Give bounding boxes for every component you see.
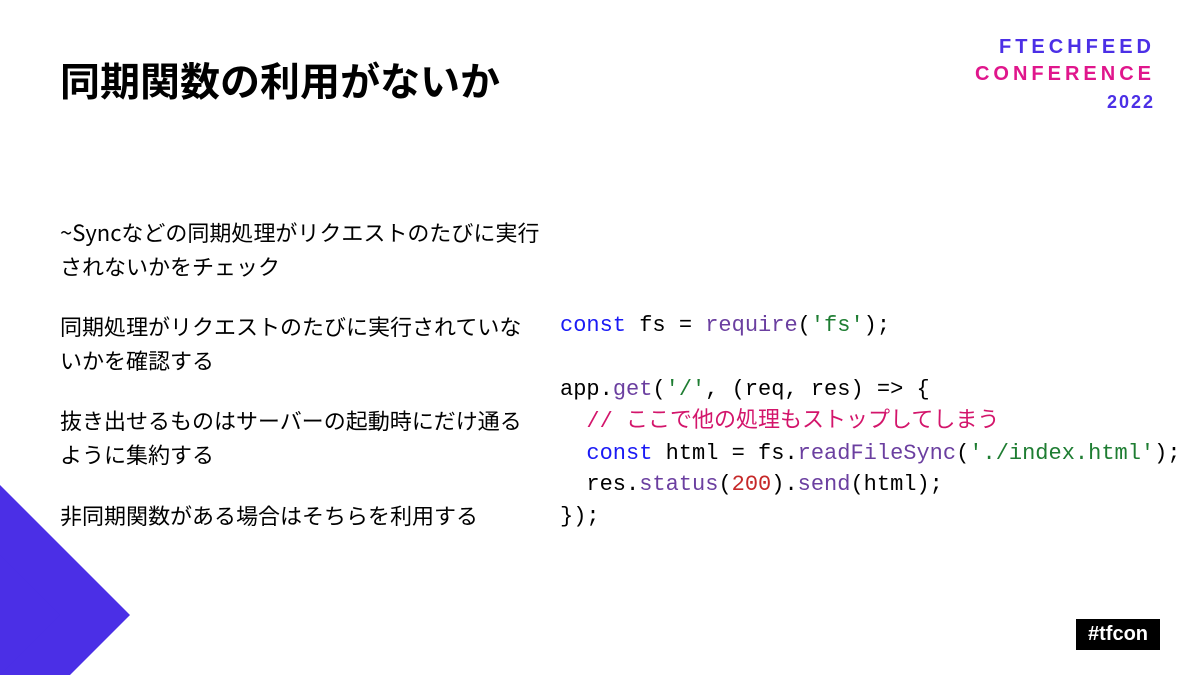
code-app: app. (560, 377, 613, 402)
code-fn-readfilesync: readFileSync (798, 441, 956, 466)
code-paren5: ( (718, 472, 731, 497)
code-str-index: './index.html' (969, 441, 1154, 466)
chevron-decoration-icon (0, 465, 180, 675)
code-str-root: '/' (666, 377, 706, 402)
code-res: res. (586, 472, 639, 497)
code-fn-status: status (639, 472, 718, 497)
paragraph-1: ~Syncなどの同期処理がリクエストのたびに実行されないかをチェック (60, 215, 540, 283)
code-fn-require: require (705, 313, 797, 338)
code-var-html: html = fs. (652, 441, 797, 466)
code-comment: // ここで他の処理もストップしてしまう (560, 409, 999, 434)
code-rest2: , (req, res) => { (705, 377, 929, 402)
code-fn-send: send (798, 472, 851, 497)
code-str-fs: 'fs' (811, 313, 864, 338)
code-var-fs: fs = (626, 313, 705, 338)
slide: 同期関数の利用がないか FTECHFEED CONFERENCE 2022 ~S… (0, 0, 1200, 675)
code-indent4 (560, 441, 586, 466)
code-paren: ( (798, 313, 811, 338)
paragraph-3: 抜き出せるものはサーバーの起動時にだけ通るように集約する (60, 403, 540, 471)
code-close: }); (560, 504, 600, 529)
code-block: const fs = require('fs'); app.get('/', (… (560, 310, 1160, 533)
code-num-200: 200 (732, 472, 772, 497)
code-args5: (html); (850, 472, 942, 497)
code-paren2: ( (652, 377, 665, 402)
paragraph-2: 同期処理がリクエストのたびに実行されていないかを確認する (60, 309, 540, 377)
brand-block: FTECHFEED CONFERENCE 2022 (975, 34, 1155, 114)
code-paren4c: ); (1154, 441, 1180, 466)
code-paren-close: ); (864, 313, 890, 338)
code-kw-const2: const (586, 441, 652, 466)
brand-year: 2022 (975, 90, 1155, 114)
brand-line1: FTECHFEED (975, 34, 1155, 61)
code-kw-const1: const (560, 313, 626, 338)
brand-line2: CONFERENCE (975, 61, 1155, 88)
code-paren4: ( (956, 441, 969, 466)
hashtag-badge: #tfcon (1076, 619, 1160, 650)
code-indent5 (560, 472, 586, 497)
slide-title: 同期関数の利用がないか (60, 50, 500, 108)
code-fn-get: get (613, 377, 653, 402)
code-mid5: ). (771, 472, 797, 497)
